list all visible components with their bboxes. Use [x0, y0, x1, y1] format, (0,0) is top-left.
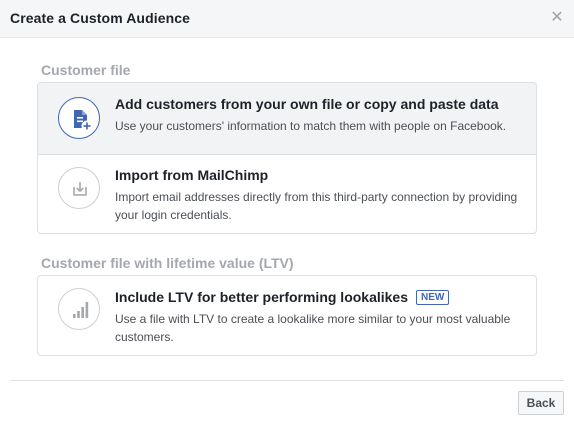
option-title: Add customers from your own file or copy…: [115, 96, 499, 112]
dialog-title: Create a Custom Audience: [10, 10, 191, 26]
option-description: Import email addresses directly from thi…: [115, 190, 518, 222]
customer-file-options: Add customers from your own file or copy…: [37, 82, 537, 234]
option-description: Use your customers' information to match…: [115, 119, 507, 133]
import-download-icon: [58, 167, 100, 209]
close-icon[interactable]: ✕: [550, 10, 564, 26]
customer-file-upload-icon: [58, 97, 100, 139]
footer-divider: [10, 380, 564, 381]
option-description: Use a file with LTV to create a lookalik…: [115, 312, 511, 344]
section-title-ltv: Customer file with lifetime value (LTV): [41, 255, 294, 271]
option-title-text: Include LTV for better performing lookal…: [115, 289, 409, 305]
option-title: Include LTV for better performing lookal…: [115, 289, 450, 305]
option-add-customers[interactable]: Add customers from your own file or copy…: [38, 83, 536, 154]
new-badge: NEW: [416, 290, 450, 305]
dialog-header: Create a Custom Audience ✕: [0, 0, 574, 38]
option-title: Import from MailChimp: [115, 167, 269, 183]
option-import-mailchimp[interactable]: Import from MailChimp Import email addre…: [38, 154, 536, 233]
ltv-options: Include LTV for better performing lookal…: [37, 275, 537, 356]
section-title-customer-file: Customer file: [41, 62, 131, 78]
bar-chart-icon: [58, 288, 100, 330]
back-button[interactable]: Back: [518, 391, 564, 415]
option-include-ltv[interactable]: Include LTV for better performing lookal…: [38, 276, 536, 355]
